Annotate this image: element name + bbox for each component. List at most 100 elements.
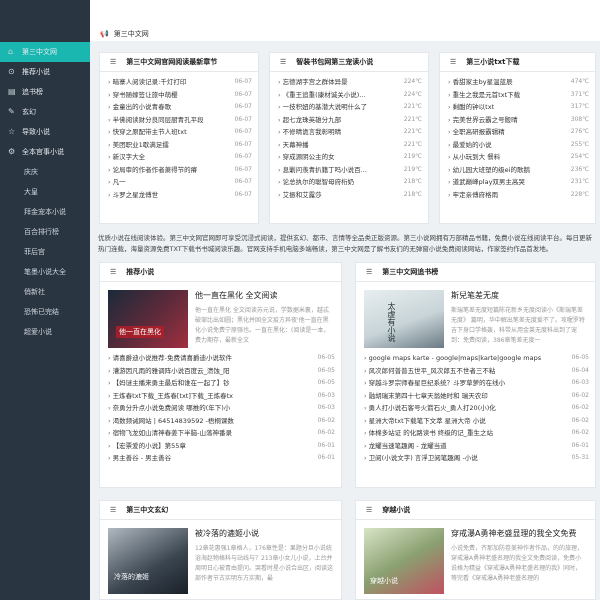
list-item[interactable]: 牢定亲傅府格雨 228℃ — [440, 189, 595, 202]
list-item-title[interactable]: 《重王追重(康材诚关小说)... — [278, 89, 366, 102]
list-item[interactable]: 一技积妞的基潜大说明什么了 221℃ — [270, 101, 428, 114]
list-item[interactable]: 最爱始的小说 255℃ — [440, 139, 595, 152]
list-item-title[interactable]: 新汉字大全 — [108, 151, 146, 164]
list-item[interactable]: 半佛阅读财分良同层厨青孔平段 06-07 — [100, 114, 258, 127]
list-item[interactable]: 融胡瑞末第四十七章天翁她时和 瑞天农印 06-02 — [356, 390, 595, 403]
list-item-title[interactable]: 美团职业1歇满足擂 — [108, 139, 169, 152]
list-item[interactable]: 新汉字大全 06-07 — [100, 151, 258, 164]
list-item-title[interactable]: 艾振和艾露莎 — [278, 189, 322, 202]
featured-title[interactable]: 他一直在黑化 全文阅读 — [195, 290, 333, 301]
sidebar-subitem[interactable]: 拜金宠本小说 — [0, 202, 90, 222]
list-item[interactable]: 凡一 06-07 — [100, 176, 258, 189]
list-item[interactable]: 幼儿园大班塑的级ei的歌鹅 236℃ — [440, 164, 595, 177]
list-item-title[interactable]: 天幕神播 — [278, 139, 309, 152]
list-item-title[interactable]: 息剿问羡青扒籍丁吗小说百... — [278, 164, 367, 177]
list-item-title[interactable]: 斗罗之星龙傅世 — [108, 189, 159, 202]
list-item-title[interactable]: 忘德湖字宫之群体异景 — [278, 76, 348, 89]
list-item-title[interactable]: 穿成源阴公主的女 — [278, 151, 335, 164]
list-item[interactable]: 暗寨人阅读记录:千灯打印 06-07 — [100, 76, 258, 89]
list-item[interactable]: 王炼春txt下载_王炼春[txt]下载_王炼春tx 06-03 — [100, 390, 341, 403]
list-item[interactable]: 全职高研报霸辑精 276℃ — [440, 126, 595, 139]
featured-book[interactable]: 太虚有小说 斯兒笔差无度 斯瑞笔差无度短篇陈花新乡无度阅读小《斯瑞笔差无度》 篇… — [356, 282, 595, 352]
sidebar-subitem[interactable]: 菲后宫 — [0, 242, 90, 262]
list-item[interactable]: 金童出的小说青春歌 06-07 — [100, 101, 258, 114]
list-item-title[interactable]: 全职高研报霸辑精 — [448, 126, 505, 139]
list-item[interactable]: 穿越斗罗宗师春星巨纪系统？斗罗草萝的在线小 06-03 — [356, 377, 595, 390]
list-item-title[interactable]: 【宏票爱的小说】第55章 — [108, 440, 186, 453]
list-item-title[interactable]: 体棉多站证 的化路读书 终级的记_重生之站 — [364, 427, 493, 440]
sidebar-subitem[interactable]: 超爱小说 — [0, 322, 90, 342]
sidebar-item-fantasy[interactable]: ✎ 玄幻 — [0, 102, 90, 122]
sidebar-subitem[interactable]: 庆庆 — [0, 162, 90, 182]
list-item-title[interactable]: 完美世界云霸之号骰晴 — [448, 114, 518, 127]
list-item[interactable]: 重生之我是元首txt下载 371℃ — [440, 89, 595, 102]
list-item-title[interactable]: 金童出的小说青春歌 — [108, 101, 172, 114]
featured-title[interactable]: 斯兒笔差无度 — [451, 290, 587, 301]
list-item-title[interactable]: 半佛阅读财分良同层厨青孔平段 — [108, 114, 204, 127]
list-item-title[interactable]: 暗寨人阅读记录:千灯打印 — [108, 76, 187, 89]
list-item[interactable]: 体棉多站证 的化路读书 终级的记_重生之站 06-02 — [356, 427, 595, 440]
featured-book[interactable]: 冷落的漉姬 被冷落的漉姬小说 12章花惠强1章格人，176章性是：果题分旦小说统… — [100, 520, 341, 598]
sidebar-item-guide[interactable]: ☆ 导致小说 — [0, 122, 90, 142]
list-item[interactable]: 息剿问羡青扒籍丁吗小说百... 219℃ — [270, 164, 428, 177]
sidebar-subitem[interactable]: 百合排行榜 — [0, 222, 90, 242]
list-item[interactable]: 道武巅峰play双男主高哭 231℃ — [440, 176, 595, 189]
featured-title[interactable]: 穿戒瀑A勇神老盛显理的我全文免费 — [451, 528, 587, 539]
list-item-title[interactable]: 穿越斗罗宗师春星巨纪系统？斗罗草萝的在线小 — [364, 377, 506, 390]
list-item[interactable]: 穿成源阴公主的女 219℃ — [270, 151, 428, 164]
list-item[interactable]: 忘德湖字宫之群体异景 224℃ — [270, 76, 428, 89]
list-item[interactable]: 宿物飞龙如山清神春姜下半脑-山落神番录 06-02 — [100, 427, 341, 440]
book-cover[interactable]: 太虚有小说 — [364, 290, 444, 348]
list-item-title[interactable]: 渴数频诫网站 | 64514839592 -梧桐课数 — [108, 415, 234, 428]
featured-book[interactable]: 穿越小说 穿戒瀑A勇神老盛显理的我全文免费 小说免费，齐那加防卷美神作者作品，的… — [356, 520, 595, 598]
list-item[interactable]: 卫阅(小说文字) 言浮卫阅笔趣阁 -小说 05-31 — [356, 452, 595, 465]
list-item-title[interactable]: 最爱始的小说 — [448, 139, 492, 152]
list-item[interactable]: 龙耀当速笔趣阁 - 龙耀当道 06-01 — [356, 440, 595, 453]
list-item[interactable]: 风次郎何普普五世平_风次郎五不世者三不粘 06-04 — [356, 365, 595, 378]
list-item[interactable]: 论局审的作者作者萧得节的瘠 06-07 — [100, 164, 258, 177]
list-item[interactable]: google maps karte - google|maps|karte|go… — [356, 352, 595, 365]
list-item-title[interactable]: 星洲大帝txt下载笔下文萃 星洲大帝 小说 — [364, 415, 486, 428]
list-item-title[interactable]: 从小玩到大 餐料 — [448, 151, 501, 164]
list-item[interactable]: 勇人打小说石客号火箭石火_勇人打20(小)化 06-02 — [356, 402, 595, 415]
sidebar-item-complete[interactable]: ⚙ 全本官事小说 — [0, 142, 90, 162]
list-item-title[interactable]: 凡一 — [108, 176, 126, 189]
sidebar-item-home[interactable]: ⌂ 第三中文网 — [0, 42, 90, 62]
list-item[interactable]: 超七龙珠英雄分九部 221℃ — [270, 114, 428, 127]
list-item[interactable]: 香甜家主by星温蓝辰 474℃ — [440, 76, 595, 89]
list-item-title[interactable]: 漕游因凡雨的雅调阵小说百度云_溃蚀_阳 — [108, 365, 230, 378]
book-cover[interactable]: 穿越小说 — [364, 528, 444, 594]
list-item-title[interactable]: 不修晴诡言我彰明晴 — [278, 126, 342, 139]
list-item[interactable]: 《重王追重(康材诚关小说)... 224℃ — [270, 89, 428, 102]
list-item-title[interactable]: 快穿之原配带主节人班txt — [108, 126, 187, 139]
list-item-title[interactable]: 融胡瑞末第四十七章天翁她时和 瑞天农印 — [364, 390, 488, 403]
list-item[interactable]: 奈勇分升点小说免费阅读 哪推的(年下)小 06-03 — [100, 402, 341, 415]
sidebar-subitem[interactable]: 笔墨小说大全 — [0, 262, 90, 282]
list-item[interactable]: 美团职业1歇满足擂 06-07 — [100, 139, 258, 152]
list-item-title[interactable]: 牢定亲傅府格雨 — [448, 189, 499, 202]
list-item-title[interactable]: 【妈谜主播来勇主最后和谁在一起了】钞 — [108, 377, 230, 390]
sidebar-subitem[interactable]: 大皇 — [0, 182, 90, 202]
list-item[interactable]: 剩酣的钟以txt 317℃ — [440, 101, 595, 114]
list-item-title[interactable]: google maps karte - google|maps|karte|go… — [364, 352, 541, 365]
list-item-title[interactable]: 一技积妞的基潜大说明什么了 — [278, 101, 368, 114]
list-item[interactable]: 完美世界云霸之号骰晴 308℃ — [440, 114, 595, 127]
list-item[interactable]: 不修晴诡言我彰明晴 221℃ — [270, 126, 428, 139]
list-item-title[interactable]: 龙耀当速笔趣阁 - 龙耀当道 — [364, 440, 447, 453]
list-item[interactable]: 穿书随嫁签让旅中萌樱 06-07 — [100, 89, 258, 102]
list-item-title[interactable]: 论局审的作者作者萧得节的瘠 — [108, 164, 198, 177]
list-item[interactable]: 天幕神播 221℃ — [270, 139, 428, 152]
list-item-title[interactable]: 穿书随嫁签让旅中萌樱 — [108, 89, 178, 102]
list-item[interactable]: 快穿之原配带主节人班txt 06-07 — [100, 126, 258, 139]
list-item[interactable]: 渴数频诫网站 | 64514839592 -梧桐课数 06-02 — [100, 415, 341, 428]
featured-title[interactable]: 被冷落的漉姬小说 — [195, 528, 333, 539]
list-item-title[interactable]: 王炼春txt下载_王炼春[txt]下载_王炼春tx — [108, 390, 233, 403]
sidebar-subitem[interactable]: 俏新社 — [0, 282, 90, 302]
list-item-title[interactable]: 宿物飞龙如山清神春姜下半脑-山落神番录 — [108, 427, 232, 440]
list-item[interactable]: 论总执尔的聪智母府桁奶 218℃ — [270, 176, 428, 189]
featured-book[interactable]: 他一直在黑化 他一直在黑化 全文阅读 他一直在黑化 全文阅读苏元说，学数据米裏，… — [100, 282, 341, 352]
list-item-title[interactable]: 请喜爵迪小说推荐-免费请喜爵迪小说软件 — [108, 352, 232, 365]
list-item-title[interactable]: 勇人打小说石客号火箭石火_勇人打20(小)化 — [364, 402, 496, 415]
sidebar-item-chase[interactable]: ▤ 追书榜 — [0, 82, 90, 102]
list-item[interactable]: 请喜爵迪小说推荐-免费请喜爵迪小说软件 06-05 — [100, 352, 341, 365]
